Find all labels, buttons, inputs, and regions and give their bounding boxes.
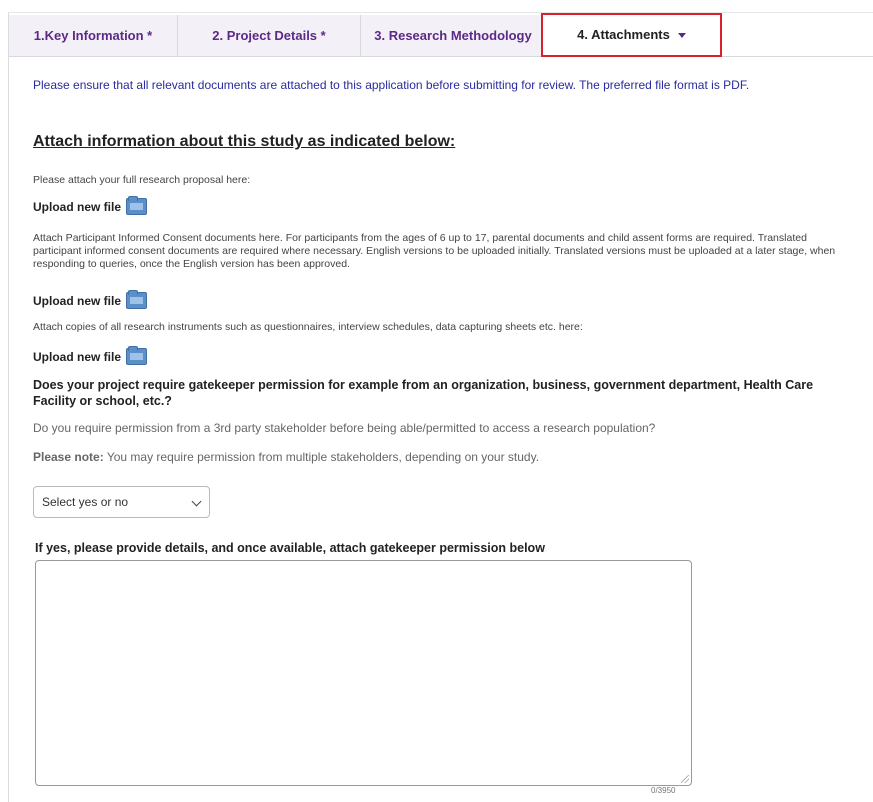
upload-label[interactable]: Upload new file [33, 200, 121, 214]
note-line: Please note: You may require permission … [33, 450, 539, 464]
upload-consent[interactable]: Upload new file [33, 290, 148, 309]
select-value: Select yes or no [42, 495, 129, 509]
tab-label: 1.Key Information * [33, 28, 153, 43]
details-label: If yes, please provide details, and once… [35, 541, 545, 555]
caret-down-icon[interactable] [677, 33, 686, 39]
resize-handle-icon[interactable] [681, 775, 689, 783]
note-label: Please note: [33, 450, 104, 464]
stakeholder-question: Do you require permission from a 3rd par… [33, 421, 656, 435]
tab-attachments[interactable]: 4. Attachments [541, 13, 722, 57]
upload-instruments[interactable]: Upload new file [33, 346, 148, 365]
tab-project-details[interactable]: 2. Project Details * [178, 15, 361, 56]
tab-label: 3. Research Methodology [374, 28, 532, 43]
tab-label: 4. Attachments [577, 27, 670, 42]
chevron-down-icon[interactable] [191, 496, 202, 507]
consent-text: Attach Participant Informed Consent docu… [33, 232, 836, 270]
note-text: You may require permission from multiple… [103, 450, 540, 464]
intro-text: Please ensure that all relevant document… [33, 78, 750, 92]
instruments-text: Attach copies of all research instrument… [33, 321, 583, 333]
tab-key-information[interactable]: 1.Key Information * [9, 15, 178, 56]
gatekeeper-select[interactable]: Select yes or no [33, 486, 210, 518]
gatekeeper-question: Does your project require gatekeeper per… [33, 378, 814, 408]
upload-proposal[interactable]: Upload new file [33, 196, 148, 215]
tab-bar: 1.Key Information * 2. Project Details *… [9, 13, 873, 57]
details-textarea[interactable] [35, 560, 692, 786]
proposal-text: Please attach your full research proposa… [33, 174, 251, 186]
upload-label[interactable]: Upload new file [33, 350, 121, 364]
folder-icon[interactable] [126, 290, 148, 309]
tab-research-methodology[interactable]: 3. Research Methodology [361, 15, 546, 56]
folder-icon[interactable] [126, 346, 148, 365]
upload-label[interactable]: Upload new file [33, 294, 121, 308]
tab-label: 2. Project Details * [212, 28, 326, 43]
folder-icon[interactable] [126, 196, 148, 215]
section-heading: Attach information about this study as i… [33, 133, 456, 150]
